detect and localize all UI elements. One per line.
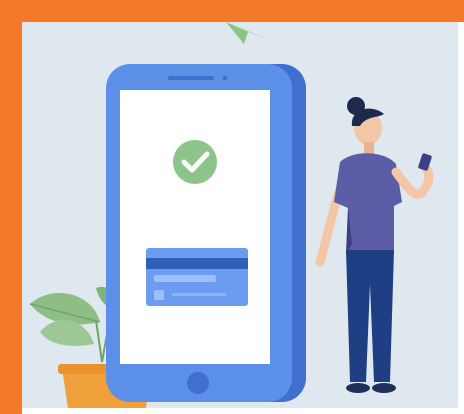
phone-camera (222, 75, 228, 81)
phone-speaker (168, 76, 214, 80)
check-icon (173, 140, 217, 184)
frame-top-border (0, 0, 464, 22)
illustration-svg (22, 22, 458, 408)
smartphone (106, 64, 306, 402)
home-button-icon (187, 372, 209, 394)
phone-screen (120, 90, 270, 364)
payment-illustration (22, 22, 458, 408)
credit-card-icon (146, 248, 248, 306)
frame-left-border (0, 0, 22, 414)
